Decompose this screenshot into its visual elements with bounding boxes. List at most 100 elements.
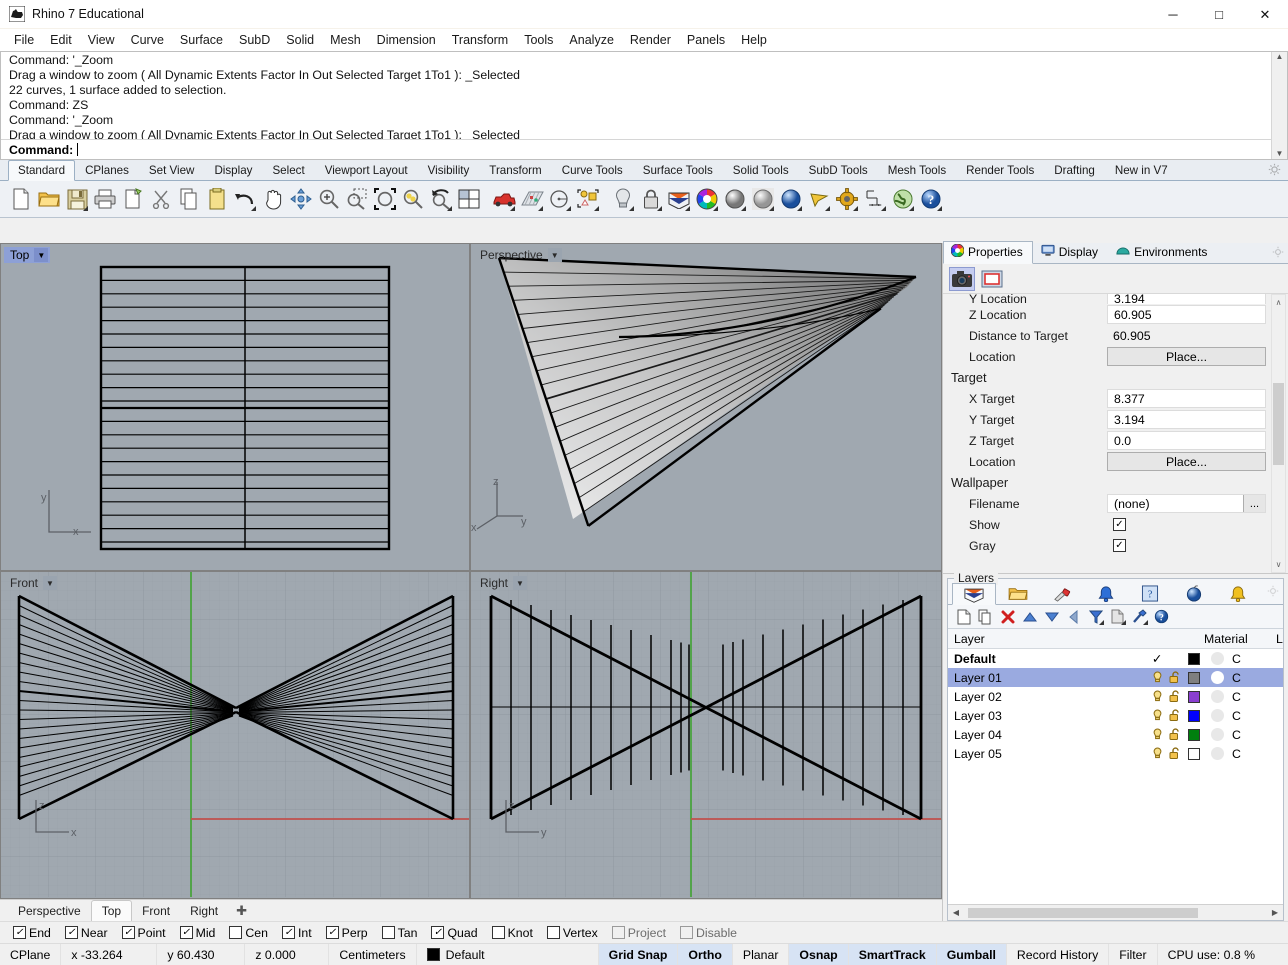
current-layer-check-icon[interactable]: ✓ — [1148, 652, 1166, 666]
status-toggle-filter[interactable]: Filter — [1109, 944, 1157, 965]
layer-linetype[interactable]: C — [1230, 690, 1283, 704]
layer-color-swatch[interactable] — [1184, 672, 1204, 684]
layer-color-swatch[interactable] — [1184, 653, 1204, 665]
maximize-button[interactable]: □ — [1196, 0, 1242, 29]
table-row[interactable]: Layer 03 C — [948, 706, 1283, 725]
browse-button[interactable]: ... — [1243, 495, 1265, 512]
toolbar-tab-new-in-v7[interactable]: New in V7 — [1105, 160, 1178, 180]
toolbar-tab-surface-tools[interactable]: Surface Tools — [633, 160, 723, 180]
layer-linetype[interactable]: C — [1230, 709, 1283, 723]
toolbar-tab-display[interactable]: Display — [204, 160, 262, 180]
open-file-icon[interactable] — [36, 185, 62, 213]
duplicate-layer-icon[interactable] — [976, 607, 995, 626]
lightbulb-icon[interactable] — [1148, 709, 1166, 722]
viewport-tab-top[interactable]: Top — [91, 900, 132, 922]
scroll-up-icon[interactable]: ▲ — [1276, 52, 1284, 62]
status-toggle-record-history[interactable]: Record History — [1007, 944, 1109, 965]
unlocked-padlock-icon[interactable] — [1166, 747, 1184, 760]
marker-tab-icon[interactable] — [1040, 582, 1084, 604]
layer-material-dot[interactable] — [1204, 728, 1230, 741]
chevron-down-icon[interactable]: ▼ — [548, 248, 562, 262]
toolbar-tab-set-view[interactable]: Set View — [139, 160, 205, 180]
status-toggle-osnap[interactable]: Osnap — [789, 944, 848, 965]
osnap-end[interactable]: ✓End — [6, 926, 58, 940]
scroll-down-icon[interactable]: ▼ — [1276, 149, 1284, 159]
pan-icon[interactable] — [260, 185, 286, 213]
print-icon[interactable] — [92, 185, 118, 213]
place-target-button[interactable]: Place... — [1107, 452, 1266, 471]
menu-item-file[interactable]: File — [6, 31, 42, 49]
status-units[interactable]: Centimeters — [329, 944, 416, 965]
back-icon[interactable] — [1064, 607, 1083, 626]
command-input-line[interactable]: Command: — [1, 140, 1287, 159]
layer-linetype[interactable]: C — [1230, 728, 1283, 742]
layer-properties-icon[interactable] — [1108, 607, 1127, 626]
osnap-vertex[interactable]: Vertex — [540, 926, 605, 940]
status-toggle-gumball[interactable]: Gumball — [937, 944, 1007, 965]
toolbar-tab-select[interactable]: Select — [262, 160, 314, 180]
viewport-frame-icon[interactable] — [979, 267, 1005, 291]
render-icon[interactable] — [491, 185, 517, 213]
column-header-layer[interactable]: Layer — [948, 632, 1148, 646]
zoom-selected-icon[interactable] — [400, 185, 426, 213]
minimize-button[interactable]: ─ — [1150, 0, 1196, 29]
unlocked-padlock-icon[interactable] — [1166, 709, 1184, 722]
layer-tools-icon[interactable] — [1130, 607, 1149, 626]
command-scrollbar[interactable]: ▲ ▼ — [1271, 52, 1287, 159]
toolbar-tab-solid-tools[interactable]: Solid Tools — [723, 160, 799, 180]
menu-item-analyze[interactable]: Analyze — [561, 31, 621, 49]
layer-material-dot[interactable] — [1204, 747, 1230, 760]
toolbar-tab-curve-tools[interactable]: Curve Tools — [552, 160, 633, 180]
status-current-layer[interactable]: Default — [417, 944, 599, 965]
menu-item-transform[interactable]: Transform — [444, 31, 517, 49]
osnap-mid[interactable]: ✓Mid — [173, 926, 223, 940]
layer-material-dot[interactable] — [1204, 690, 1230, 703]
zoom-in-icon[interactable] — [316, 185, 342, 213]
unlocked-padlock-icon[interactable] — [1166, 690, 1184, 703]
layers-tab-icon[interactable] — [952, 583, 996, 605]
circle-icon[interactable] — [547, 185, 573, 213]
undo-icon[interactable] — [232, 185, 258, 213]
toolbar-tab-cplanes[interactable]: CPlanes — [75, 160, 139, 180]
earth-icon[interactable] — [890, 185, 916, 213]
toolbar-tab-transform[interactable]: Transform — [479, 160, 551, 180]
table-row[interactable]: Layer 01 C — [948, 668, 1283, 687]
close-button[interactable]: ✕ — [1242, 0, 1288, 29]
chevron-down-icon[interactable]: ▼ — [43, 576, 57, 590]
osnap-point[interactable]: ✓Point — [115, 926, 173, 940]
rotate-view-icon[interactable] — [288, 185, 314, 213]
viewport-label-front[interactable]: Front ▼ — [4, 575, 59, 591]
cut-icon[interactable] — [148, 185, 174, 213]
add-viewport-tab-icon[interactable]: ✚ — [228, 903, 255, 919]
select-objects-icon[interactable] — [575, 185, 601, 213]
options-gear-icon[interactable] — [834, 185, 860, 213]
table-row[interactable]: Layer 02 C — [948, 687, 1283, 706]
layer-material-dot[interactable] — [1204, 652, 1230, 665]
panel-tab-display[interactable]: Display — [1033, 241, 1108, 263]
scroll-right-icon[interactable]: ▶ — [1267, 908, 1283, 917]
toolbar-tab-standard[interactable]: Standard — [8, 160, 75, 181]
chevron-down-icon[interactable]: ▼ — [34, 248, 48, 262]
viewport-right[interactable]: z y Right ▼ — [470, 571, 942, 899]
zoom-window-icon[interactable] — [344, 185, 370, 213]
layer-name[interactable]: Layer 05 — [948, 747, 1148, 761]
rendered-icon[interactable] — [778, 185, 804, 213]
command-history[interactable]: Command: '_Zoom Drag a window to zoom ( … — [1, 52, 1287, 140]
scroll-down-icon[interactable]: ∨ — [1272, 557, 1285, 572]
scrollbar-thumb[interactable] — [1273, 383, 1284, 465]
save-icon[interactable] — [64, 185, 90, 213]
gear-icon[interactable] — [1268, 163, 1281, 179]
osnap-project[interactable]: Project — [605, 926, 673, 940]
layer-help-icon[interactable]: ? — [1152, 607, 1171, 626]
layer-linetype[interactable]: C — [1230, 671, 1283, 685]
osnap-cen[interactable]: Cen — [222, 926, 275, 940]
menu-item-dimension[interactable]: Dimension — [369, 31, 444, 49]
layer-color-swatch[interactable] — [1184, 729, 1204, 741]
cut-to-clipboard-icon[interactable] — [120, 185, 146, 213]
blue-bell-tab-icon[interactable] — [1084, 582, 1128, 604]
render-sphere-tab-icon[interactable] — [1172, 582, 1216, 604]
viewport-layout-icon[interactable] — [456, 185, 482, 213]
layers-horizontal-scrollbar[interactable]: ◀ ▶ — [948, 904, 1283, 920]
chevron-down-icon[interactable]: ▼ — [513, 576, 527, 590]
layer-name[interactable]: Layer 04 — [948, 728, 1148, 742]
